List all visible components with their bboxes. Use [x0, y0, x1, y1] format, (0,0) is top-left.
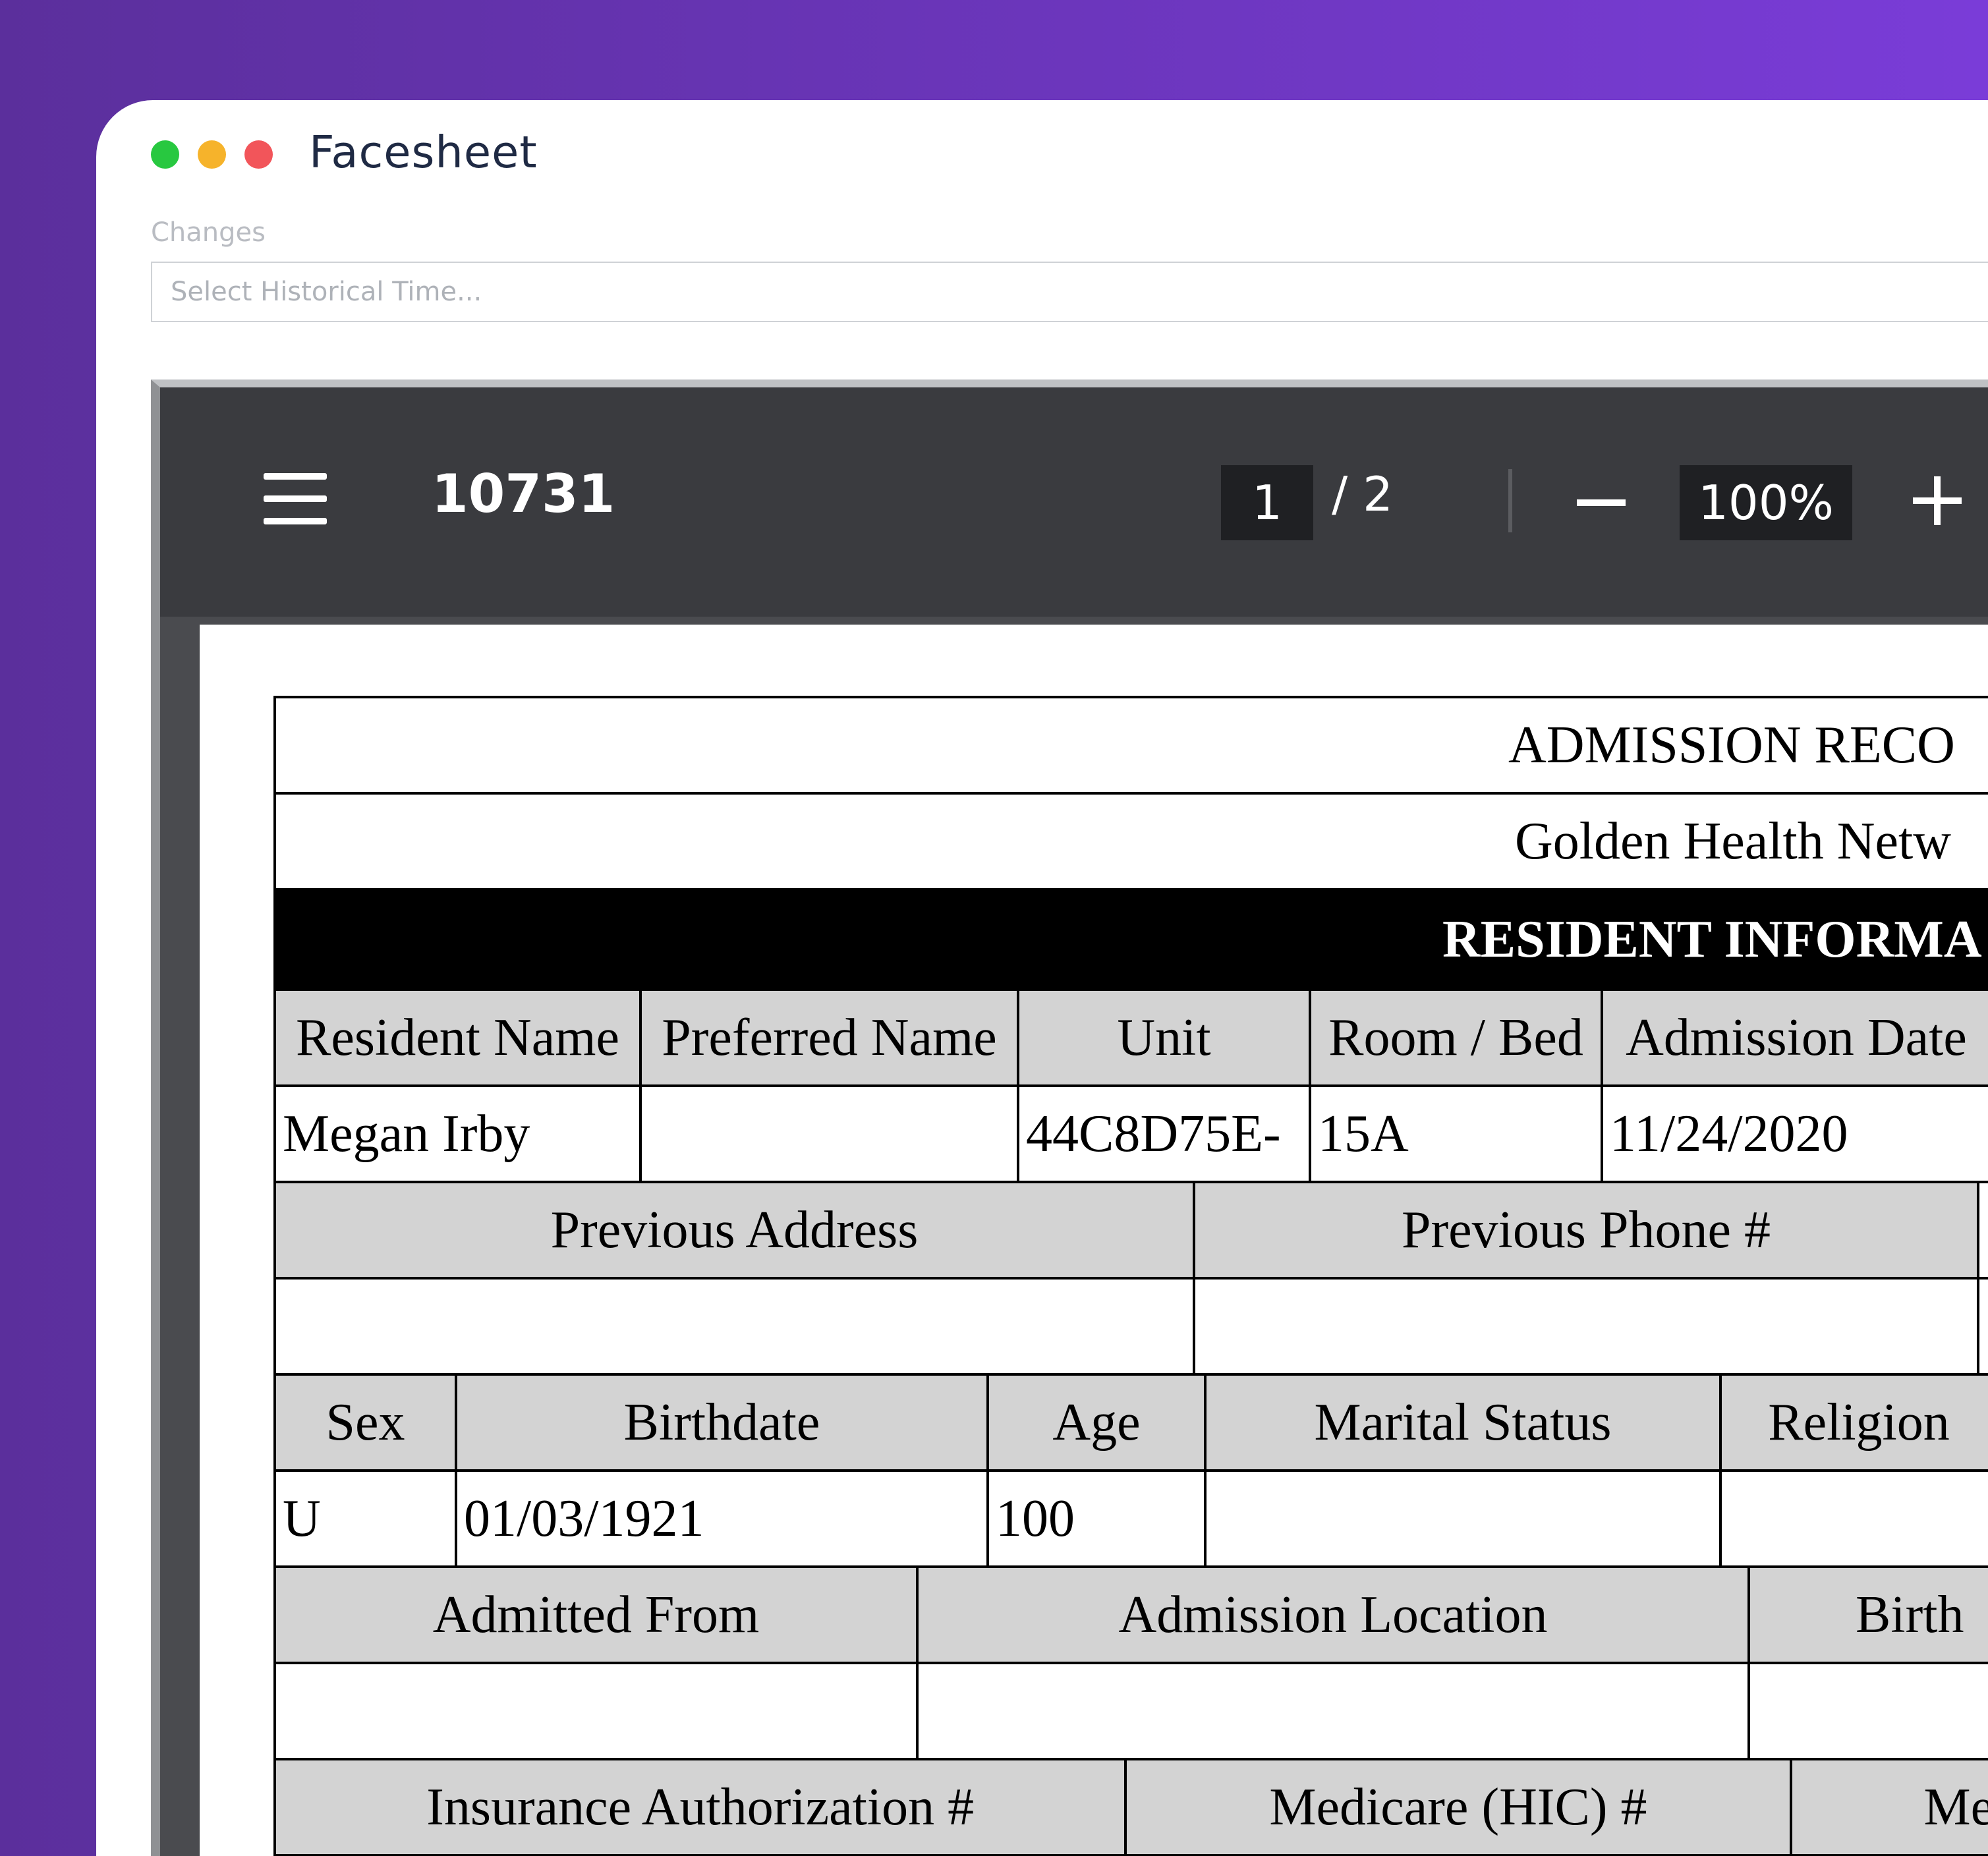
admission-header-row: Admitted From Admission Location Birth: [276, 1568, 1988, 1664]
header-medicare-hic: Medicare (HIC) #: [1127, 1760, 1792, 1854]
section-row: RESIDENT INFORMA: [276, 891, 1988, 991]
window-title: Facesheet: [309, 127, 538, 178]
plus-icon[interactable]: [1913, 476, 1962, 525]
pdf-viewer: 10731 1 / 2 100% ADMISSION RECO Golden H…: [151, 380, 1988, 1856]
window-controls: [151, 140, 273, 169]
header-age: Age: [989, 1376, 1207, 1469]
facesheet-window: Facesheet Changes Select Historical Time…: [96, 100, 1988, 1856]
insurance-header-row: Insurance Authorization # Medicare (HIC)…: [276, 1760, 1988, 1856]
resident-value-row: Megan Irby 44C8D75E- 15A 11/24/2020: [276, 1087, 1988, 1183]
value-age: 100: [989, 1472, 1207, 1565]
pdf-toolbar: 10731 1 / 2 100%: [160, 387, 1988, 617]
header-birth: Birth: [1750, 1568, 1988, 1662]
header-resident-name: Resident Name: [276, 991, 642, 1084]
demographic-value-row: U 01/03/1921 100: [276, 1472, 1988, 1568]
minus-icon[interactable]: [1577, 499, 1626, 506]
header-birthdate: Birthdate: [457, 1376, 989, 1469]
header-insurance-authorization: Insurance Authorization #: [276, 1760, 1127, 1854]
form-title-row: ADMISSION RECO: [276, 698, 1988, 795]
value-admission-location: [919, 1664, 1750, 1758]
value-admitted-from: [276, 1664, 919, 1758]
menu-icon[interactable]: [264, 473, 327, 526]
value-sex: U: [276, 1472, 457, 1565]
value-room-bed: 15A: [1311, 1087, 1603, 1181]
page-number-input[interactable]: 1: [1221, 465, 1313, 540]
changes-label: Changes: [151, 217, 266, 248]
header-sex: Sex: [276, 1376, 457, 1469]
form-title: ADMISSION RECO: [1508, 716, 1955, 774]
header-admission-date: Admission Date: [1603, 991, 1988, 1084]
header-marital-status: Marital Status: [1207, 1376, 1722, 1469]
value-previous-address: [276, 1280, 1195, 1373]
value-unit: 44C8D75E-: [1019, 1087, 1311, 1181]
header-previous-phone: Previous Phone #: [1195, 1183, 1979, 1277]
address-value-row: [276, 1280, 1988, 1376]
value-resident-name: Megan Irby: [276, 1087, 642, 1181]
value-marital-status: [1207, 1472, 1722, 1565]
value-birth: [1750, 1664, 1988, 1758]
header-admission-location: Admission Location: [919, 1568, 1750, 1662]
admission-value-row: [276, 1664, 1988, 1760]
document-id: 10731: [432, 463, 615, 524]
demographic-header-row: Sex Birthdate Age Marital Status Religio…: [276, 1376, 1988, 1472]
maximize-button[interactable]: [151, 140, 179, 169]
header-previous-address: Previous Address: [276, 1183, 1195, 1277]
header-preferred-name: Preferred Name: [642, 991, 1019, 1084]
pdf-page: ADMISSION RECO Golden Health Netw RESIDE…: [200, 625, 1988, 1856]
section-title: RESIDENT INFORMA: [1442, 910, 1982, 969]
header-room-bed: Room / Bed: [1311, 991, 1603, 1084]
minimize-button[interactable]: [198, 140, 226, 169]
page-total: / 2: [1332, 466, 1393, 522]
facility-name: Golden Health Netw: [1515, 812, 1952, 870]
value-admission-date: 11/24/2020: [1603, 1087, 1988, 1181]
value-preferred-name: [642, 1087, 1019, 1181]
value-previous-phone: [1195, 1280, 1979, 1373]
header-medicaid: Me: [1792, 1760, 1988, 1854]
resident-header-row: Resident Name Preferred Name Unit Room /…: [276, 991, 1988, 1087]
value-birthdate: 01/03/1921: [457, 1472, 989, 1565]
address-header-row: Previous Address Previous Phone #: [276, 1183, 1988, 1280]
zoom-level[interactable]: 100%: [1680, 465, 1852, 540]
close-button[interactable]: [244, 140, 273, 169]
header-admitted-from: Admitted From: [276, 1568, 919, 1662]
facility-row: Golden Health Netw: [276, 795, 1988, 891]
toolbar-divider: [1508, 469, 1512, 532]
value-religion: [1722, 1472, 1988, 1565]
header-religion: Religion: [1722, 1376, 1988, 1469]
header-unit: Unit: [1019, 991, 1311, 1084]
admission-record-form: ADMISSION RECO Golden Health Netw RESIDE…: [273, 696, 1988, 1856]
historical-time-select[interactable]: Select Historical Time...: [151, 262, 1988, 322]
